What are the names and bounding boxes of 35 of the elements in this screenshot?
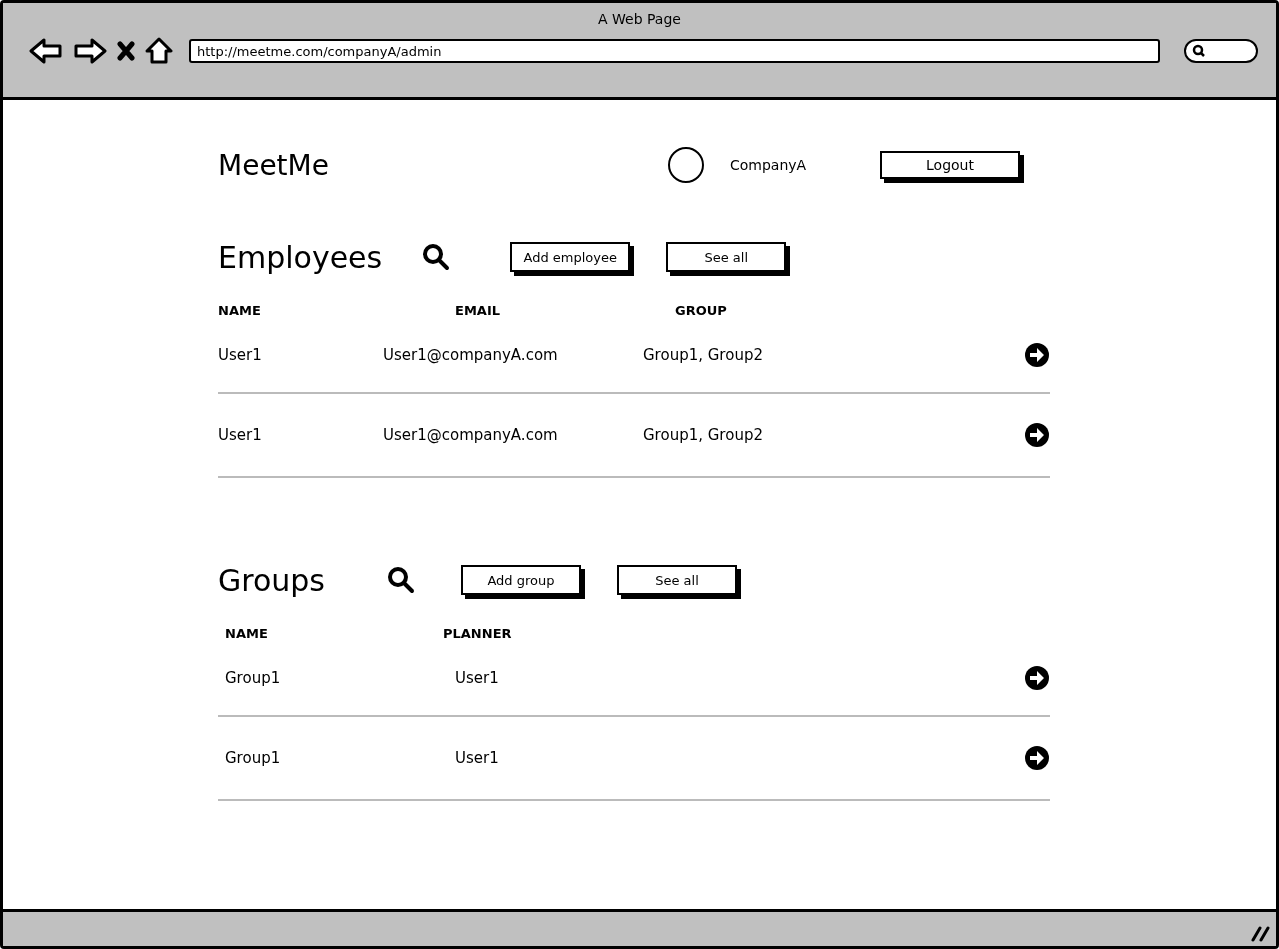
column-header: NAME xyxy=(218,303,262,318)
column-header: PLANNER xyxy=(443,626,513,641)
back-arrow-icon[interactable] xyxy=(29,37,63,65)
table-cell-text: User1 xyxy=(218,426,263,444)
search-icon[interactable] xyxy=(386,566,415,594)
app-logo: MeetMe xyxy=(218,148,330,182)
table-cell-text: User1@companyA.com xyxy=(383,346,559,364)
close-icon[interactable] xyxy=(117,41,135,61)
section-title: Groups xyxy=(218,562,325,598)
search-icon[interactable] xyxy=(422,243,451,271)
table-cell-text: Group1 xyxy=(225,749,282,767)
arrow-right-circle-icon[interactable] xyxy=(1024,665,1050,691)
table-cell-text: Group1, Group2 xyxy=(643,346,764,364)
arrow-right-circle-icon[interactable] xyxy=(1024,745,1050,771)
avatar-icon xyxy=(668,147,704,183)
table-cell-text: Group1, Group2 xyxy=(643,426,764,444)
column-header: GROUP xyxy=(675,303,728,318)
column-header: EMAIL xyxy=(455,303,501,318)
search-field[interactable] xyxy=(1184,39,1258,63)
table-cell-text: User1 xyxy=(455,669,500,687)
address-field[interactable]: http://meetme.com/companyA/admin xyxy=(189,39,1160,63)
table-cell-text: Group1 xyxy=(225,669,282,687)
search-icon xyxy=(1192,44,1206,58)
account-name: CompanyA xyxy=(730,157,808,173)
section-title: Employees xyxy=(218,239,383,275)
table-cell-text: User1 xyxy=(455,749,500,767)
home-icon[interactable] xyxy=(145,37,173,65)
forward-arrow-icon[interactable] xyxy=(73,37,107,65)
resize-grip-icon[interactable] xyxy=(1250,924,1270,942)
column-header: NAME xyxy=(225,626,269,641)
table-cell-text: User1@companyA.com xyxy=(383,426,559,444)
arrow-right-circle-icon[interactable] xyxy=(1024,342,1050,368)
arrow-right-circle-icon[interactable] xyxy=(1024,422,1050,448)
table-cell-text: User1 xyxy=(218,346,263,364)
window-title: A Web Page xyxy=(598,10,681,27)
